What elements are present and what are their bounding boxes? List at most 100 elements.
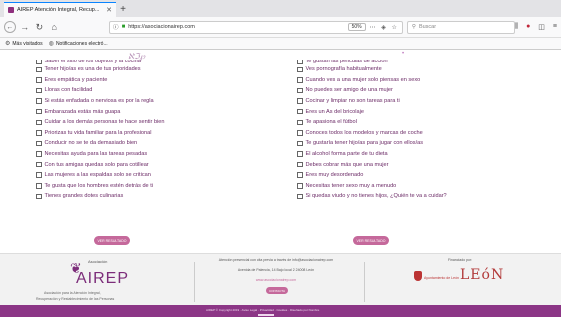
url-text[interactable]: https://asociacionairep.com — [128, 24, 347, 30]
checklist-item[interactable]: Embarazada estás más guapa — [36, 106, 246, 117]
page-actions-icon[interactable]: ⋯ ◈ ☆ — [370, 24, 399, 31]
checklist-item-label: Te gustan las películas de acción — [305, 60, 388, 64]
checklist-item-label: Saber el sitio de los objetos y la cocin… — [44, 60, 141, 64]
checklist-item[interactable]: Te gusta que los hombres estén detrás de… — [36, 181, 246, 192]
library-icon[interactable]: ⫼ — [515, 23, 518, 31]
checkbox[interactable] — [36, 193, 42, 200]
checklist-item-label: Tener hijo/as es una de tus prioridades — [44, 66, 141, 73]
checklist-item[interactable]: Necesitas tener sexo muy a menudo — [297, 181, 507, 192]
checklist-item[interactable]: Eres un As del bricolaje — [297, 106, 507, 117]
address-bar[interactable]: ⓘ ■ https://asociacionairep.com 50% ⋯ ◈ … — [109, 20, 403, 34]
checklist-item-label: Cuidar a los demás personas te hace sent… — [44, 119, 165, 126]
sponsor-label: Financiado por: — [448, 258, 473, 262]
checkbox[interactable] — [297, 151, 303, 157]
checklist-item[interactable]: Necesitas ayuda para las tareas pesadas — [36, 149, 246, 160]
checklist-item[interactable]: Ves pornografía habitualmente — [297, 64, 507, 75]
checklist-item[interactable]: Cocinar y limpiar no son tareas para ti — [297, 96, 507, 107]
checkbox[interactable] — [297, 161, 303, 168]
logo-airep-text: AIREP — [76, 270, 130, 287]
forward-arrow-icon[interactable]: → — [19, 21, 31, 33]
bookmarks-bar: ⚙ Más visitados ◍ Notificaciones electró..… — [0, 38, 561, 50]
checklist-item[interactable]: Eres muy desordenado — [297, 170, 507, 181]
checklist-item[interactable]: Conoces todos los modelos y marcas de co… — [297, 128, 507, 139]
divider — [194, 262, 195, 302]
checklist-item-label: Con tus amigas quedas solo para cotillea… — [44, 161, 149, 168]
see-result-button-left[interactable]: VER RESULTADO — [94, 236, 130, 245]
see-result-button-right[interactable]: VER RESULTADO — [353, 236, 389, 245]
checkbox[interactable] — [36, 172, 42, 178]
info-icon[interactable]: ⓘ — [113, 23, 119, 31]
ayuntamiento-text: Ayuntamiento de León — [424, 276, 459, 280]
contact-button[interactable]: CONTACTA — [266, 287, 288, 294]
checkbox[interactable] — [297, 119, 303, 126]
checkbox[interactable] — [297, 130, 303, 136]
checklist-item[interactable]: Conducir no se te da demasiado bien — [36, 138, 246, 149]
browser-tab[interactable]: AIREP Atención Integral, Recup... ✕ — [4, 2, 116, 17]
checkbox[interactable] — [36, 151, 42, 157]
checklist-item[interactable]: Lloras con facilidad — [36, 85, 246, 96]
checkbox[interactable] — [36, 108, 42, 115]
checklist-item[interactable]: Eres empática y paciente — [36, 75, 246, 86]
menu-icon[interactable]: ≡ — [553, 23, 557, 31]
checklist-item-label: No puedes ser amigo de una mujer — [305, 87, 393, 94]
checkbox[interactable] — [297, 66, 303, 73]
checkbox[interactable] — [297, 98, 303, 104]
checklist-item-label: Necesitas ayuda para las tareas pesadas — [44, 151, 148, 158]
checklist-item-label: Lloras con facilidad — [44, 87, 93, 94]
checkbox[interactable] — [297, 108, 303, 115]
checkbox[interactable] — [36, 98, 42, 104]
checkbox[interactable] — [36, 77, 42, 83]
back-arrow-icon[interactable]: ← — [4, 21, 16, 33]
checklist-item[interactable]: Te gustaría tener hijo/as para jugar con… — [297, 138, 507, 149]
new-tab-icon[interactable]: + — [116, 2, 130, 17]
sidebar-icon[interactable]: ◫ — [538, 23, 545, 31]
bookmark-notifications[interactable]: ◍ Notificaciones electró... — [49, 40, 108, 47]
bookmark-most-visited[interactable]: ⚙ Más visitados — [5, 40, 43, 47]
close-tab-icon[interactable]: ✕ — [106, 6, 112, 14]
checklist-item[interactable]: No puedes ser amigo de una mujer — [297, 85, 507, 96]
checkbox[interactable] — [36, 140, 42, 147]
checklist-item[interactable]: Si estás enfadada o nerviosa es por la r… — [36, 96, 246, 107]
extension-icon[interactable]: ● — [526, 23, 530, 31]
checklist-item-label: Necesitas tener sexo muy a menudo — [305, 182, 397, 189]
search-input[interactable]: ⚲ Buscar — [406, 20, 515, 34]
checkbox[interactable] — [36, 66, 42, 73]
checklist-item[interactable]: Las mujeres a las espaldas solo se criti… — [36, 170, 246, 181]
checklist-item[interactable]: Priorizas tu vida familiar para la profe… — [36, 128, 246, 139]
navigation-bar: ← → ↻ ⌂ ⓘ ■ https://asociacionairep.com … — [0, 17, 561, 38]
checklist-item[interactable]: Cuidar a los demás personas te hace sent… — [36, 117, 246, 128]
checkbox[interactable] — [297, 60, 303, 64]
checkbox[interactable] — [36, 183, 42, 189]
checkbox[interactable] — [36, 130, 42, 136]
checkbox[interactable] — [297, 172, 303, 178]
checklist-item[interactable]: Tener hijo/as es una de tus prioridades — [36, 64, 246, 75]
website-link[interactable]: www.asociacionairep.com — [206, 278, 346, 282]
checkbox[interactable] — [36, 60, 42, 64]
checklist-item[interactable]: Tienes grandes dotes culinarias — [36, 191, 246, 202]
page-content: ℵℑ℘ • Saber el sitio de los objetos y la… — [0, 50, 561, 317]
leon-logo[interactable]: LEóN — [460, 267, 504, 283]
checklist-item[interactable]: Debes cobrar más que una mujer — [297, 159, 507, 170]
checklist-item[interactable]: El alcohol forma parte de tu dieta — [297, 149, 507, 160]
reload-icon[interactable]: ↻ — [34, 21, 46, 33]
zoom-level[interactable]: 50% — [347, 23, 366, 31]
social-bar — [258, 314, 274, 316]
checklist-item[interactable]: Si quedas viudo y no tienes hijos, ¿Quié… — [297, 191, 507, 202]
checkbox[interactable] — [297, 193, 303, 200]
checklist-item-label: Te apasiona el fútbol — [305, 119, 357, 126]
checklist-item-label: Debes cobrar más que una mujer — [305, 161, 389, 168]
checkbox[interactable] — [297, 87, 303, 94]
home-icon[interactable]: ⌂ — [48, 21, 60, 33]
decorative-dot-icon: • — [402, 51, 405, 57]
checklist-item-label: Tienes grandes dotes culinarias — [44, 193, 124, 200]
checklist-item[interactable]: Te apasiona el fútbol — [297, 117, 507, 128]
checkbox[interactable] — [36, 87, 42, 94]
checkbox[interactable] — [36, 119, 42, 126]
site-footer: ❦ Asociación AIREP Asociación para la At… — [0, 253, 561, 305]
checklist-item[interactable]: Cuando ves a una mujer solo piensas en s… — [297, 75, 507, 86]
checkbox[interactable] — [297, 77, 303, 83]
checklist-item[interactable]: Con tus amigas quedas solo para cotillea… — [36, 159, 246, 170]
checkbox[interactable] — [297, 183, 303, 189]
checkbox[interactable] — [36, 161, 42, 168]
checkbox[interactable] — [297, 140, 303, 147]
